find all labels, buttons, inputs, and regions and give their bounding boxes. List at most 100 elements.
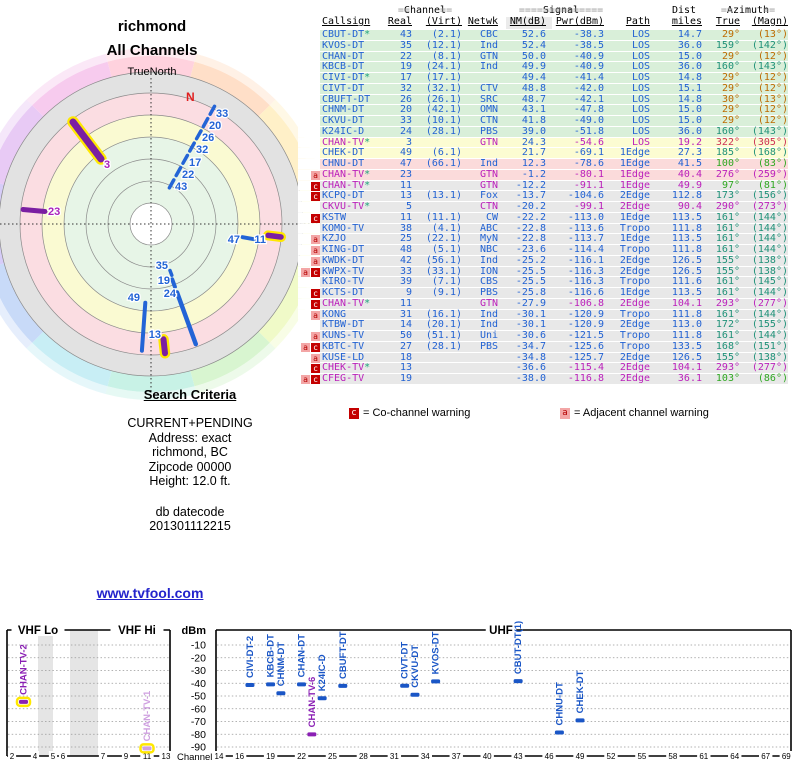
virtual-channel-cell: (4.1) [412, 223, 462, 234]
distance-cell: 126.5 [660, 352, 704, 363]
pending-star: * [364, 179, 371, 191]
true-azimuth-cell: 161° [704, 277, 740, 287]
power-cell: -116.3 [552, 266, 612, 277]
band-header: VHF Lo [18, 625, 58, 637]
table-row: a c KWPX-TV 33 (33.1) ION -25.5 -116.3 2Edge 126.… [298, 265, 794, 277]
column-header-path: Path [625, 16, 650, 27]
table-row: c CHAN-TV* 11 GTN -27.9 -106.8 2Edge 104.1 293°(… [298, 297, 794, 309]
radar-channel-label: 23 [48, 206, 60, 218]
channel-tick-label: 5 [51, 752, 56, 761]
dbm-tick-label: -20 [191, 652, 206, 664]
radar-channel-label: 3 [104, 159, 110, 171]
network-cell: PBS [462, 126, 506, 137]
channel-tick-label: 31 [390, 752, 399, 761]
table-row: KTBW-DT 14 (20.1) Ind -30.1 -120.9 2Edge 113.0 1… [298, 319, 794, 330]
channel-tick-label: 37 [452, 752, 461, 761]
channel-tick-label: 25 [328, 752, 337, 761]
column-header-nmdb: NM(dB) [506, 16, 552, 29]
spectrum-signal-bar [575, 718, 585, 723]
network-cell: MyN [462, 234, 506, 244]
power-cell: -38.3 [552, 29, 612, 40]
table-column-header: Callsign Real (Virt) Netwk NM(dB) Pwr(dBm) Pat… [298, 16, 794, 29]
spectrum-signal-bar [297, 682, 307, 687]
co-channel-warning-icon: c [311, 342, 320, 352]
table-row: a KING-DT 48 (5.1) NBC -23.6 -114.4 Tropo 111.8 1… [298, 244, 794, 255]
table-row: KVOS-DT 35 (12.1) Ind 52.4 -38.5 LOS 36.0 159° (1… [298, 39, 794, 51]
callsign-cell: CKVU-TV* [320, 201, 384, 212]
channel-tick-label: 13 [162, 752, 171, 761]
callsign-cell: CHEK-TV* [320, 362, 384, 373]
distance-cell: 36.0 [660, 62, 704, 72]
radar-channel-label: 13 [149, 329, 161, 341]
co-channel-warning-icon: c [311, 375, 320, 384]
radar-channel-label: 19 [158, 275, 170, 287]
magnetic-azimuth-cell: (144°) [740, 223, 788, 234]
radar-title: richmond [117, 18, 187, 35]
spectrum-bar-label: CBUFT-DT [338, 631, 349, 679]
virtual-channel-cell: (22.1) [412, 234, 462, 244]
path-cell: LOS [612, 29, 660, 40]
table-row: K24IC-D 24 (28.1) PBS 39.0 -51.8 LOS 36.0 160° (1… [298, 125, 794, 137]
virtual-channel-cell: (7.1) [412, 277, 462, 287]
channel-tick-label: 4 [33, 752, 38, 761]
distance-cell: 112.8 [660, 191, 704, 201]
column-header-netwk: Netwk [467, 16, 498, 27]
spectrum-signal-bar [410, 692, 420, 697]
true-azimuth-cell: 159° [704, 40, 740, 51]
network-cell: Uni [462, 330, 506, 341]
search-criteria-lines: CURRENT+PENDING Address: exact richmond, B… [70, 416, 310, 489]
network-cell: CBS [462, 277, 506, 287]
network-cell: PBS [462, 341, 506, 352]
magnetic-azimuth-cell: (144°) [740, 234, 788, 244]
path-cell: LOS [612, 51, 660, 62]
channel-tick-label: 9 [124, 752, 129, 761]
band-header: UHF [489, 625, 513, 637]
path-cell: 1Edge [612, 158, 660, 169]
callsign-cell: KZJO [320, 234, 384, 244]
real-channel-cell: 43 [384, 29, 412, 40]
virtual-channel-cell: (12.1) [412, 40, 462, 51]
magnetic-azimuth-cell: (144°) [740, 309, 788, 320]
virtual-channel-cell: (28.1) [412, 126, 462, 137]
co-channel-warning-icon: c [311, 213, 320, 223]
radar-channel-label: 24 [164, 288, 177, 300]
callsign-cell: CFEG-TV [320, 373, 384, 384]
true-azimuth-cell: 97° [704, 180, 740, 191]
virtual-channel-cell: (2.1) [412, 29, 462, 40]
column-header-virt: (Virt) [425, 16, 462, 27]
network-cell [462, 148, 506, 158]
distance-cell: 36.0 [660, 40, 704, 51]
power-cell: -115.4 [552, 363, 612, 373]
magnetic-azimuth-cell: (12°) [740, 105, 788, 115]
network-cell: Ind [462, 158, 506, 169]
channel-tick-label: 2 [10, 752, 15, 761]
spectrum-chart: -10-20-30-40-50-60-70-80-90dBmChannelVHF… [6, 621, 794, 763]
noise-margin-cell: -27.9 [506, 298, 552, 309]
virtual-channel-cell: (56.1) [412, 255, 462, 266]
noise-margin-cell: -25.2 [506, 255, 552, 266]
real-channel-cell: 49 [384, 148, 412, 158]
radar-channel-label: 43 [175, 181, 187, 193]
network-cell [462, 352, 506, 363]
co-channel-warning-icon: c [311, 192, 320, 202]
path-cell: Tropo [612, 244, 660, 255]
power-cell: -121.5 [552, 330, 612, 341]
real-channel-cell: 24 [384, 126, 412, 137]
noise-margin-cell: 49.9 [506, 62, 552, 72]
magnetic-azimuth-cell: (259°) [740, 169, 788, 180]
tvfool-link[interactable]: www.tvfool.com [97, 585, 204, 601]
pending-star: * [364, 72, 371, 83]
real-channel-cell: 26 [384, 94, 412, 105]
search-criteria-line: CURRENT+PENDING [127, 416, 253, 430]
network-cell: Ind [462, 320, 506, 330]
true-azimuth-cell: 185° [704, 148, 740, 158]
noise-margin-cell: 52.6 [506, 29, 552, 40]
callsign-cell: KCPQ-DT [320, 191, 384, 201]
spectrum-signal-bar [19, 699, 28, 704]
table-row: CHAN-DT 22 (8.1) GTN 50.0 -40.9 LOS 15.0 29° (12°… [298, 50, 794, 62]
true-azimuth-cell: 173° [704, 191, 740, 201]
spectrum-signal-bar [400, 683, 410, 688]
spectrum-signal-bar [276, 691, 286, 696]
real-channel-cell: 50 [384, 330, 412, 341]
callsign-cell: CKVU-DT [320, 115, 384, 126]
